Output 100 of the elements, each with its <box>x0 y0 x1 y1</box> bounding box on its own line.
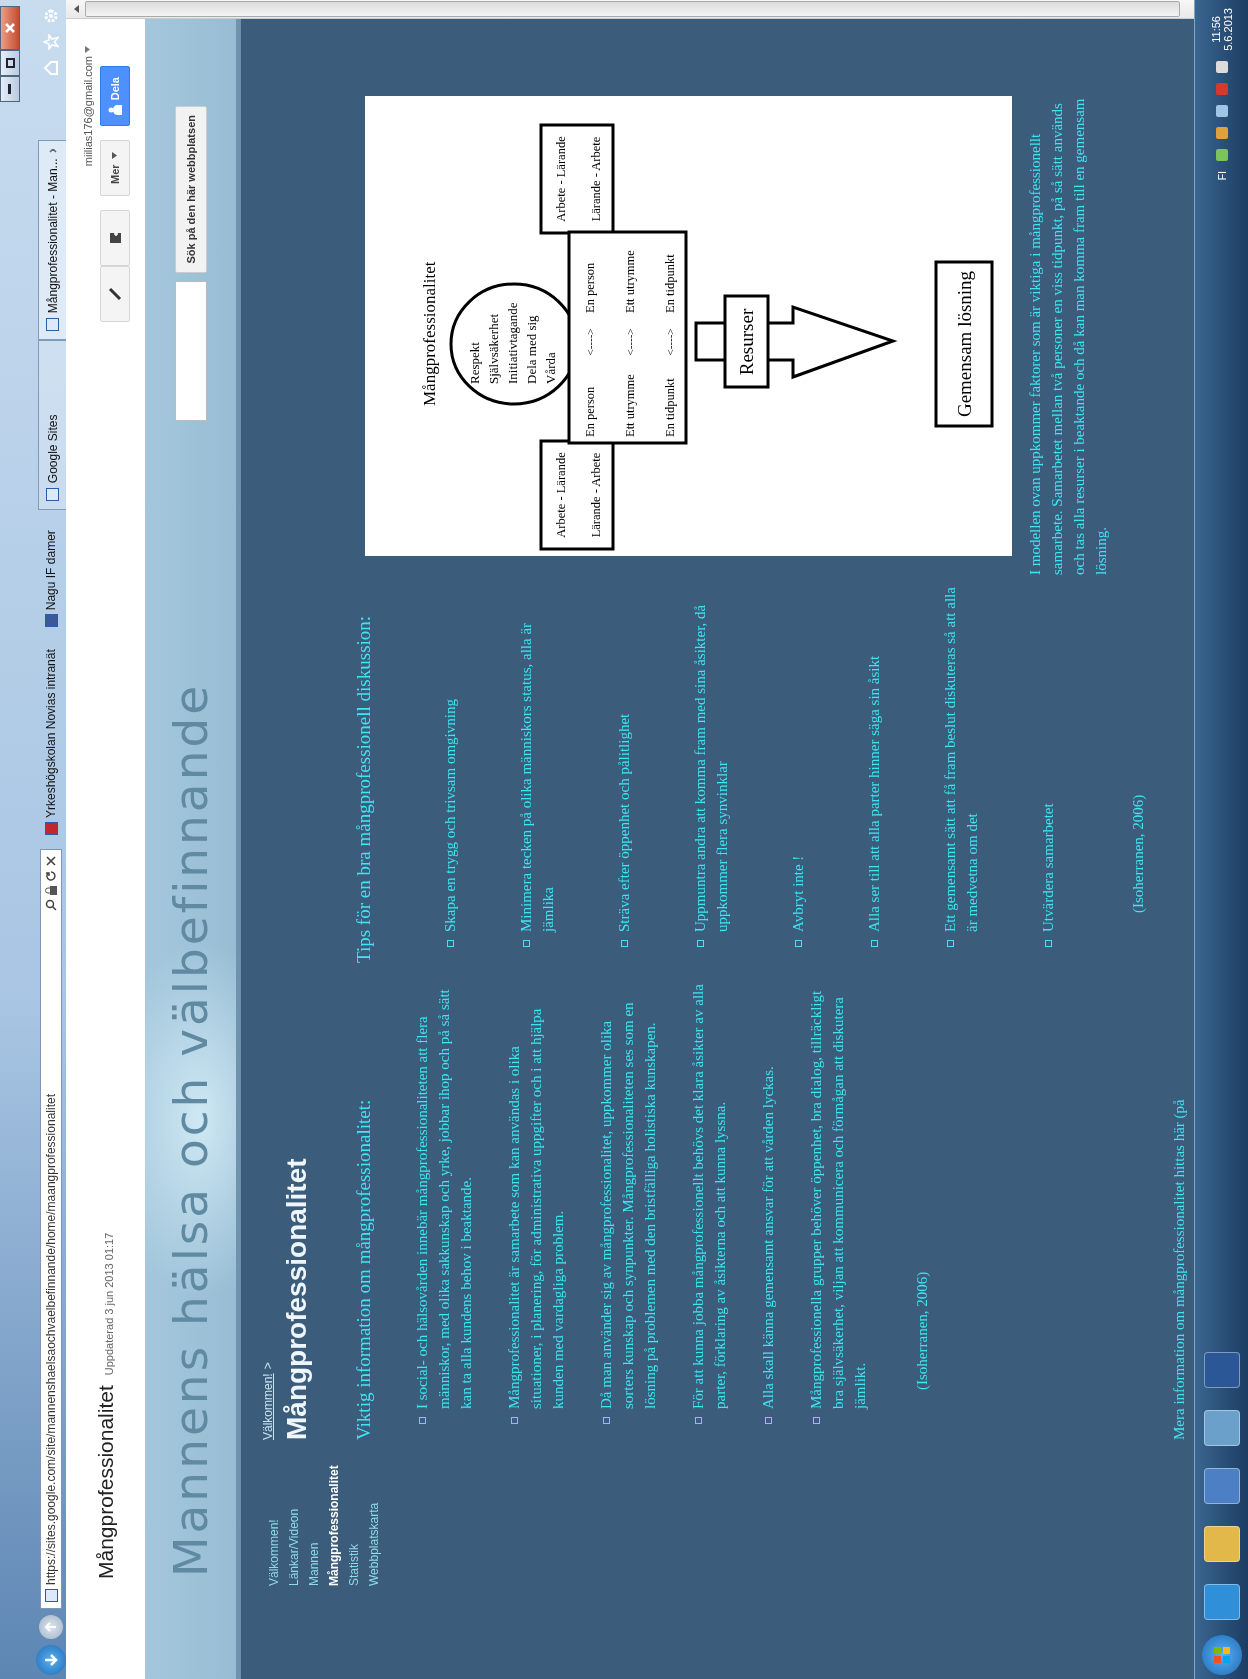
search-icon <box>45 899 57 911</box>
diagram-label: En tidpunkt <box>663 378 677 437</box>
diagram-label: Vårda <box>543 352 558 384</box>
banner-title: Mannens hälsa och välbefinnande <box>163 682 218 1577</box>
list-item-text: Alla ser till att alla parter hinner säga sin åsikt <box>865 655 883 932</box>
tray-icon[interactable] <box>1215 126 1228 139</box>
favorite-link[interactable]: Nagu IF damer <box>44 522 58 636</box>
tray-icon[interactable] <box>1215 104 1228 117</box>
bullet-icon <box>947 940 954 947</box>
page-title: Mångprofessionalitet <box>281 1157 313 1440</box>
list-item-text: Mångprofessionella grupper behöver öppenhet, bra dialog, tillräckligt bra självsäkerhet, viljan att kommunicera och förmågan att diskutera jämlikt. <box>807 989 869 1409</box>
bullet-icon <box>697 940 704 947</box>
breadcrumb-separator: > <box>261 1362 275 1370</box>
breadcrumb-link[interactable]: Välkommen! <box>261 1373 275 1440</box>
diagram-label: Självsäkerhet <box>486 313 501 384</box>
sidebar-link[interactable]: Webbplatskarta <box>367 1440 381 1586</box>
lock-icon <box>45 886 57 895</box>
list-item-text: Alla skall känna gemensamt ansvar för att vården lyckas. <box>759 1066 777 1409</box>
minimize-icon <box>8 84 12 94</box>
bullet-icon <box>765 1417 772 1424</box>
maximize-button[interactable] <box>0 50 20 76</box>
bullet-icon <box>621 940 628 947</box>
close-button[interactable] <box>0 6 20 50</box>
app-icon[interactable] <box>1203 1352 1240 1388</box>
list-item-text: Då man använder sig av mångprofessionalitet, uppkommer olika sorters kunskap och synpunkter. Mångprofessionaliteten ses som en lösning på problemen med den bristfälliga holistiska kunskapen. <box>597 1001 659 1409</box>
bullet-icon <box>447 940 454 947</box>
diagram-label: En person <box>583 386 597 437</box>
list-item-text: Skapa en trygg och trivsam omgivning <box>441 699 459 932</box>
citation: (Isoherranen, 2006) <box>913 1270 931 1392</box>
pencil-icon <box>107 287 122 302</box>
diagram-label: <----> <box>624 328 636 356</box>
maximize-icon <box>5 58 15 68</box>
scrollbar-thumb[interactable] <box>85 1 1180 17</box>
sidebar-link[interactable]: Mannen <box>307 1440 321 1586</box>
url-text: https://sites.google.com/site/mannenshaelsaochvaelbefinnande/home/maangprofessionalitet <box>44 1093 58 1585</box>
page-icon <box>46 488 59 502</box>
app-icon[interactable] <box>1203 1410 1240 1446</box>
browser-tab[interactable]: Google Sites <box>38 340 66 511</box>
scrollbar[interactable] <box>66 0 1194 19</box>
diagram-caption: I modellen ovan uppkommer faktorer som är viktiga i mångprofessionellt samarbete. Samarbetet mellan två personer en viss tidpunkt, på så sätt används och tas alla resurser i beaktande och då kan man komma fram till en gemensam lösning. <box>1026 97 1110 575</box>
page-icon <box>46 318 59 332</box>
refresh-icon[interactable] <box>45 870 57 882</box>
diagram-label: Dela med sig <box>524 315 539 384</box>
section-heading: Viktig information om mångprofessionalitet: <box>353 1098 375 1440</box>
diagram-label: En person <box>583 262 597 313</box>
new-page-icon <box>107 231 122 246</box>
site-icon <box>44 614 58 628</box>
tray-icon[interactable] <box>1215 60 1228 73</box>
arrow-icon <box>45 1621 57 1633</box>
diagram-label: Lärande - Arbete <box>589 136 603 222</box>
address-bar[interactable]: https://sites.google.com/site/mannenshaelsaochvaelbefinnande/home/maangprofessionalitet <box>40 849 62 1609</box>
bullet-icon <box>603 1417 610 1424</box>
diagram-label: Ett utrymme <box>623 250 637 313</box>
arrow-icon <box>44 1653 58 1667</box>
sidebar-link[interactable]: Statistik <box>347 1440 361 1586</box>
start-button[interactable] <box>1201 1635 1242 1675</box>
more-button[interactable]: Mer <box>99 140 130 197</box>
person-icon <box>107 105 122 116</box>
account-menu[interactable]: miilias176@gmail.com <box>81 46 94 167</box>
diagram-label: En tidpunkt <box>663 254 677 313</box>
diagram-label: Arbete - Lärande <box>554 452 568 538</box>
section-heading: Tips för en bra mångprofessionell diskussion: <box>353 614 375 963</box>
scroll-up-icon[interactable] <box>74 5 79 13</box>
clock[interactable]: 11:56 5.6.2013 <box>1209 8 1234 51</box>
site-icon <box>44 822 58 835</box>
citation: (Isoherranen, 2006) <box>1129 793 1147 915</box>
new-page-button[interactable] <box>99 210 130 267</box>
site-page-title: Mångprofessionalitet <box>93 1385 118 1579</box>
edit-button[interactable] <box>99 266 130 323</box>
stop-icon[interactable] <box>46 856 56 866</box>
back-button[interactable] <box>36 1645 66 1675</box>
tray-icon[interactable] <box>1215 148 1228 161</box>
app-icon[interactable] <box>1203 1526 1240 1562</box>
bullet-icon <box>419 1417 426 1424</box>
app-icon[interactable] <box>1203 1468 1240 1504</box>
diagram-label: Initiativtagande <box>505 302 520 384</box>
caret-icon <box>112 152 117 160</box>
diagram-label: Resurser <box>736 308 757 376</box>
site-search-button[interactable]: Sök på den här webbplatsen <box>174 106 207 273</box>
bullet-icon <box>523 940 530 947</box>
bullet-icon <box>813 1417 820 1424</box>
browser-tab[interactable]: Mångprofessionalitet - Man... <box>38 140 66 341</box>
bullet-icon <box>695 1417 702 1424</box>
sidebar-link[interactable]: Mångprofessionalitet <box>327 1440 341 1586</box>
language-indicator[interactable]: FI <box>1215 170 1228 181</box>
app-icon[interactable] <box>1203 1584 1240 1620</box>
list-item-text: Avbryt inte ! <box>789 855 807 932</box>
sidebar-link[interactable]: Välkommen! <box>267 1440 281 1586</box>
sidebar-link[interactable]: Länkar/Videon <box>287 1440 301 1586</box>
star-icon[interactable] <box>43 34 59 50</box>
site-search-field[interactable] <box>174 280 207 421</box>
bullet-icon <box>1045 940 1052 947</box>
favorite-link[interactable]: Yrkeshögskolan Novias intranät <box>44 641 58 843</box>
more-info-link[interactable]: Mera information om mångprofessionalitet hittas här (på <box>1168 979 1190 1440</box>
four-squares-icon <box>1212 1646 1231 1664</box>
diagram-title: Mångprofessionalitet <box>420 261 439 406</box>
list-item-text: Mångprofessionalitet är samarbete som kan användas i olika situationer, i planering, för administrativa uppgifter och i att hjälpa kunden med vardagliga problem. <box>505 1007 567 1409</box>
minimize-button[interactable] <box>0 76 20 102</box>
forward-button[interactable] <box>39 1615 63 1639</box>
bullet-icon <box>795 940 802 947</box>
